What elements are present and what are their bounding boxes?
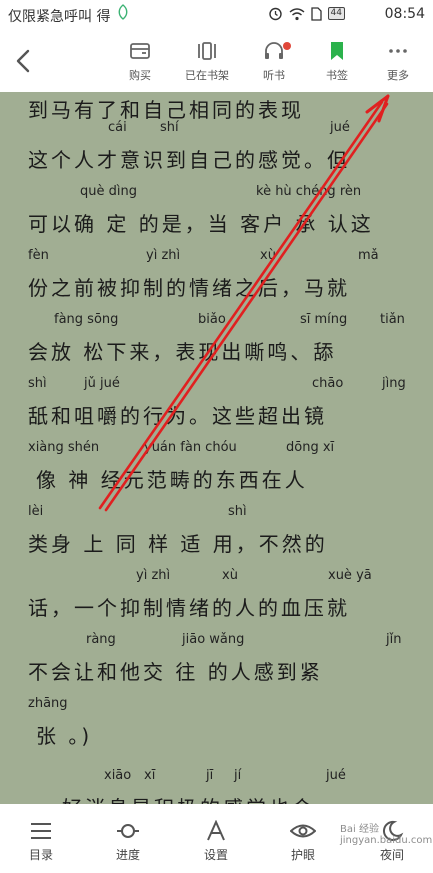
chinese-text: 可以确 定 的是，当 客户 承 认这 bbox=[28, 212, 374, 236]
chinese-text: 这个人才意识到自己的感觉。但 bbox=[28, 148, 350, 172]
settings-label: 设置 bbox=[203, 848, 228, 862]
menu-list-icon bbox=[31, 823, 51, 839]
bookshelf-button[interactable]: 已在书架 bbox=[177, 40, 237, 83]
chinese-text: 份之前被抑制的情绪之后，马就 bbox=[28, 276, 350, 300]
pinyin-row: fàng sōng biǎo sī míng tiǎn bbox=[54, 312, 405, 327]
headphones-icon bbox=[265, 42, 283, 59]
sim-icon bbox=[310, 6, 322, 21]
pinyin-row: lèi shì bbox=[28, 504, 247, 519]
chinese-text: 不会让和他交 往 的人感到紧 bbox=[28, 660, 323, 684]
catalog-label: 目录 bbox=[28, 848, 53, 862]
chinese-text: 好消息是积极的感觉也会 bbox=[0, 792, 433, 804]
eye-care-label: 护眼 bbox=[290, 848, 315, 862]
chinese-text: 话，一个抑制情绪的人的血压就 bbox=[28, 596, 350, 620]
more-icon bbox=[389, 49, 407, 53]
progress-label: 进度 bbox=[115, 848, 140, 862]
night-mode-label: 夜间 bbox=[379, 848, 404, 862]
pinyin-row: xiāo xī jī jí jué bbox=[104, 768, 346, 783]
eye-icon bbox=[290, 824, 316, 838]
baidu-watermark: Bai 经验 jingyan.baidu.com bbox=[340, 824, 433, 846]
wifi-icon bbox=[289, 7, 305, 20]
alarm-icon bbox=[268, 7, 282, 21]
back-icon[interactable] bbox=[12, 48, 36, 74]
progress-button[interactable]: 进度 bbox=[98, 820, 158, 863]
more-label: 更多 bbox=[387, 69, 409, 82]
pinyin-row: ràng jiāo wǎng jǐn bbox=[86, 632, 402, 647]
pinyin-row: yì zhì xù xuè yā bbox=[136, 568, 372, 583]
bookmark-icon bbox=[331, 42, 343, 60]
pinyin-row: fèn yì zhì xù mǎ bbox=[28, 248, 379, 263]
bookmark-button[interactable]: 书签 bbox=[307, 40, 367, 83]
status-bar: 仅限紧急呼叫 得 44 08:54 bbox=[0, 0, 433, 30]
chinese-text: 张 。) bbox=[36, 724, 93, 748]
pinyin-row: xiàng shén yuán fàn chóu dōng xī bbox=[28, 440, 335, 455]
catalog-button[interactable]: 目录 bbox=[11, 820, 71, 863]
buy-label: 购买 bbox=[129, 69, 151, 82]
pinyin-row: shì jǔ jué chāo jìng bbox=[28, 376, 406, 391]
clock: 08:54 bbox=[384, 6, 425, 22]
chinese-text: 舐和咀嚼的行为。这些超出镜 bbox=[28, 404, 327, 428]
eye-care-button[interactable]: 护眼 bbox=[273, 820, 333, 863]
status-icons: 44 bbox=[268, 6, 345, 21]
chinese-text: 像 神 经元范畴的东西在人 bbox=[36, 468, 308, 492]
more-button[interactable]: 更多 bbox=[368, 40, 428, 83]
listen-label: 听书 bbox=[263, 69, 285, 82]
chinese-text: 类身 上 同 样 适 用，不然的 bbox=[28, 532, 328, 556]
listen-button[interactable]: 听书 bbox=[244, 40, 304, 83]
battery-icon: 44 bbox=[327, 7, 345, 20]
settings-button[interactable]: 设置 bbox=[186, 820, 246, 863]
buy-button[interactable]: 购买 bbox=[110, 40, 170, 83]
font-settings-icon bbox=[207, 820, 225, 841]
pinyin-row: zhāng bbox=[28, 696, 68, 711]
chinese-text: 会放 松下来，表现出嘶鸣、舔 bbox=[28, 340, 337, 364]
bookshelf-icon bbox=[198, 42, 216, 60]
bookshelf-label: 已在书架 bbox=[185, 69, 229, 82]
carrier-text: 仅限紧急呼叫 得 bbox=[8, 9, 111, 25]
reading-page[interactable]: 到马有了和自己相同的表现 cái shí jué 这个人才意识到自己的感觉。但 … bbox=[0, 92, 433, 804]
progress-icon bbox=[117, 824, 139, 838]
wallet-icon bbox=[130, 43, 150, 59]
pinyin-row: què dìng kè hù chéng rèn bbox=[80, 184, 362, 199]
reader-toolbar: 购买 已在书架 听书 书签 更多 bbox=[0, 30, 433, 92]
bookmark-label: 书签 bbox=[326, 69, 348, 82]
notification-badge bbox=[283, 42, 291, 50]
leaf-icon bbox=[118, 4, 128, 20]
pinyin-row: cái shí jué bbox=[108, 120, 350, 135]
